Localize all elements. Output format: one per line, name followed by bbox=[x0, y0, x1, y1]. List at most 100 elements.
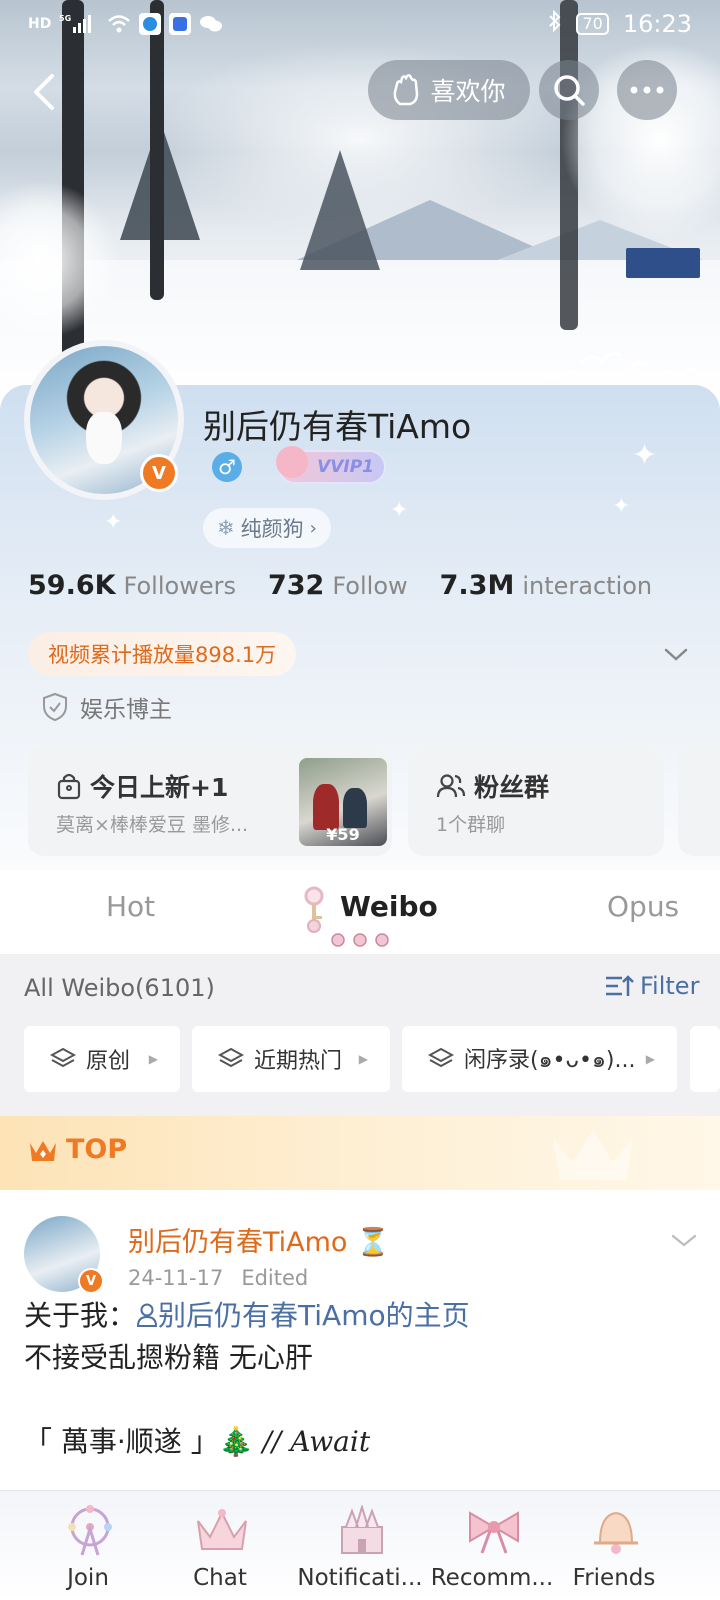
wechat-icon bbox=[199, 13, 223, 35]
stat-follow[interactable]: 732 Follow bbox=[268, 570, 408, 601]
person-icon bbox=[137, 1303, 158, 1327]
hourglass-icon: ⏳ bbox=[356, 1227, 390, 1258]
tab-hot[interactable]: Hot bbox=[106, 890, 155, 923]
post-date: 24-11-17 bbox=[128, 1266, 224, 1290]
like-you-label: 喜欢你 bbox=[430, 77, 506, 106]
clock: 16:23 bbox=[622, 10, 692, 38]
crown-icon bbox=[30, 1140, 56, 1161]
card-title: 今日上新+1 bbox=[56, 768, 228, 804]
bag-icon bbox=[57, 773, 81, 800]
pill-label: 近期热门 bbox=[254, 1049, 343, 1074]
nav-chat[interactable]: Chat bbox=[148, 1491, 292, 1600]
sparkle-decoration: ✦ bbox=[632, 438, 658, 473]
profile-name: 别后仍有春TiAmo bbox=[203, 407, 472, 446]
filter-button[interactable]: Filter bbox=[604, 972, 699, 1000]
sparkle-decoration: ✦ bbox=[612, 494, 631, 519]
post-text: 「 萬事·顺遂 」🎄 bbox=[24, 1425, 254, 1458]
post-author-name: 别后仍有春TiAmo bbox=[128, 1227, 348, 1258]
stat-interaction[interactable]: 7.3M interaction bbox=[440, 570, 653, 601]
layers-icon bbox=[428, 1047, 454, 1068]
filter-pill-recent-hot[interactable]: 近期热门 ▶ bbox=[192, 1026, 390, 1092]
filter-pill-original[interactable]: 原创 ▶ bbox=[24, 1026, 180, 1092]
filter-pill-peek[interactable] bbox=[690, 1026, 720, 1092]
bow-icon bbox=[469, 1511, 519, 1554]
bunny-plush bbox=[86, 412, 122, 464]
cabin bbox=[626, 248, 700, 278]
stat-value: 59.6K bbox=[28, 570, 116, 601]
tab-opus[interactable]: Opus bbox=[607, 890, 679, 923]
filter-icon bbox=[606, 975, 634, 996]
profile-link[interactable]: 别后仍有春TiAmo的主页 bbox=[136, 1299, 470, 1332]
top-label: TOP bbox=[28, 1134, 127, 1165]
hd-icon: HD bbox=[28, 16, 52, 32]
stat-label: Followers bbox=[123, 572, 236, 600]
birds-decoration bbox=[538, 352, 697, 385]
stat-followers[interactable]: 59.6K Followers bbox=[28, 570, 236, 601]
search-button[interactable] bbox=[539, 60, 599, 120]
pine-tree bbox=[300, 150, 380, 270]
new-arrival-card[interactable]: 今日上新+1 莫离×棒棒爱豆 墨修... ¥59 bbox=[28, 744, 392, 856]
key-decoration-icon bbox=[304, 886, 324, 933]
tab-weibo[interactable]: Weibo bbox=[340, 890, 438, 923]
fan-group-card[interactable]: 粉丝群 1个群聊 bbox=[408, 744, 664, 856]
like-you-button[interactable]: 喜欢你 bbox=[368, 60, 530, 120]
status-bar: HD 5G 70 16:23 bbox=[0, 0, 720, 48]
vip-badge[interactable]: VVIP1 bbox=[276, 446, 386, 484]
search-icon bbox=[554, 75, 585, 106]
verified-badge-icon: V bbox=[140, 454, 178, 492]
layers-icon bbox=[50, 1047, 76, 1068]
vip-label: VVIP1 bbox=[317, 457, 374, 477]
shield-icon bbox=[43, 692, 67, 722]
post-await-text: // Await bbox=[262, 1425, 371, 1458]
sparkle-decoration: ✦ bbox=[390, 498, 409, 523]
pill-label: 原创 bbox=[86, 1049, 131, 1074]
chevron-down-icon[interactable] bbox=[670, 1226, 698, 1254]
post-author[interactable]: 别后仍有春TiAmo ⏳ bbox=[128, 1220, 390, 1259]
feed-filter-area: All Weibo(6101) Filter 原创 ▶ 近期热门 ▶ 闲序录(๑… bbox=[0, 954, 720, 1116]
back-button[interactable] bbox=[22, 70, 66, 114]
pinned-post[interactable]: V 别后仍有春TiAmo ⏳ 24-11-17 Edited 关于我： 别后仍有春… bbox=[0, 1190, 720, 1490]
chevron-down-icon[interactable] bbox=[662, 640, 690, 668]
group-icon bbox=[436, 774, 466, 798]
filter-label: Filter bbox=[640, 972, 700, 1000]
bluetooth-icon bbox=[548, 9, 562, 38]
svg-text:5G: 5G bbox=[59, 14, 71, 23]
status-left: HD 5G bbox=[28, 13, 223, 35]
wifi-icon bbox=[107, 13, 131, 35]
active-tab-indicator-icon bbox=[331, 933, 389, 947]
snowflake-icon: ❄ bbox=[217, 516, 235, 540]
filter-pill-collection[interactable]: 闲序录(๑•ᴗ•๑)... ▶ bbox=[402, 1026, 677, 1092]
profile-tag-chip[interactable]: ❄ 纯颜狗 › bbox=[203, 508, 331, 548]
nav-notifications[interactable]: Notificati... bbox=[288, 1491, 432, 1600]
header-actions: 喜欢你 bbox=[0, 60, 720, 122]
category-label: 娱乐博主 bbox=[80, 697, 172, 723]
nav-label: Chat bbox=[193, 1565, 247, 1591]
video-play-count[interactable]: 视频累计播放量898.1万 bbox=[28, 632, 297, 676]
nav-label: Friends bbox=[572, 1565, 656, 1591]
triangle-right-icon: ▶ bbox=[358, 1052, 368, 1066]
post-line-3: 「 萬事·顺遂 」🎄 // Await bbox=[24, 1420, 370, 1460]
more-card-peek[interactable] bbox=[678, 744, 720, 856]
post-line-about: 关于我： 别后仍有春TiAmo的主页 bbox=[24, 1294, 470, 1334]
nav-join[interactable]: Join bbox=[16, 1491, 160, 1600]
castle-icon bbox=[341, 1505, 383, 1554]
back-arrow-icon bbox=[34, 74, 54, 110]
post-text: 关于我： bbox=[24, 1299, 137, 1332]
app-notification-icon bbox=[169, 13, 192, 35]
bell-icon bbox=[594, 1511, 638, 1554]
active-tab-indicator bbox=[330, 932, 390, 952]
stat-label: interaction bbox=[522, 572, 653, 600]
more-button[interactable] bbox=[617, 60, 677, 120]
bottom-navigation: Join Chat Notificati... Recomm... Friend… bbox=[0, 1490, 720, 1600]
top-label-text: TOP bbox=[66, 1134, 128, 1165]
triangle-right-icon: ▶ bbox=[148, 1052, 158, 1066]
post-meta: 24-11-17 Edited bbox=[128, 1266, 308, 1290]
category-row: 娱乐博主 bbox=[42, 690, 172, 724]
product-image: ¥59 bbox=[299, 758, 387, 846]
post-line-2: 不接受乱摁粉籍 无心肝 bbox=[24, 1341, 313, 1374]
all-weibo-count: All Weibo(6101) bbox=[24, 974, 215, 1002]
nav-friends[interactable]: Friends bbox=[542, 1491, 686, 1600]
pinned-top-banner: TOP bbox=[0, 1116, 720, 1190]
card-title-text: 今日上新+1 bbox=[90, 773, 229, 802]
post-edited: Edited bbox=[241, 1266, 309, 1290]
